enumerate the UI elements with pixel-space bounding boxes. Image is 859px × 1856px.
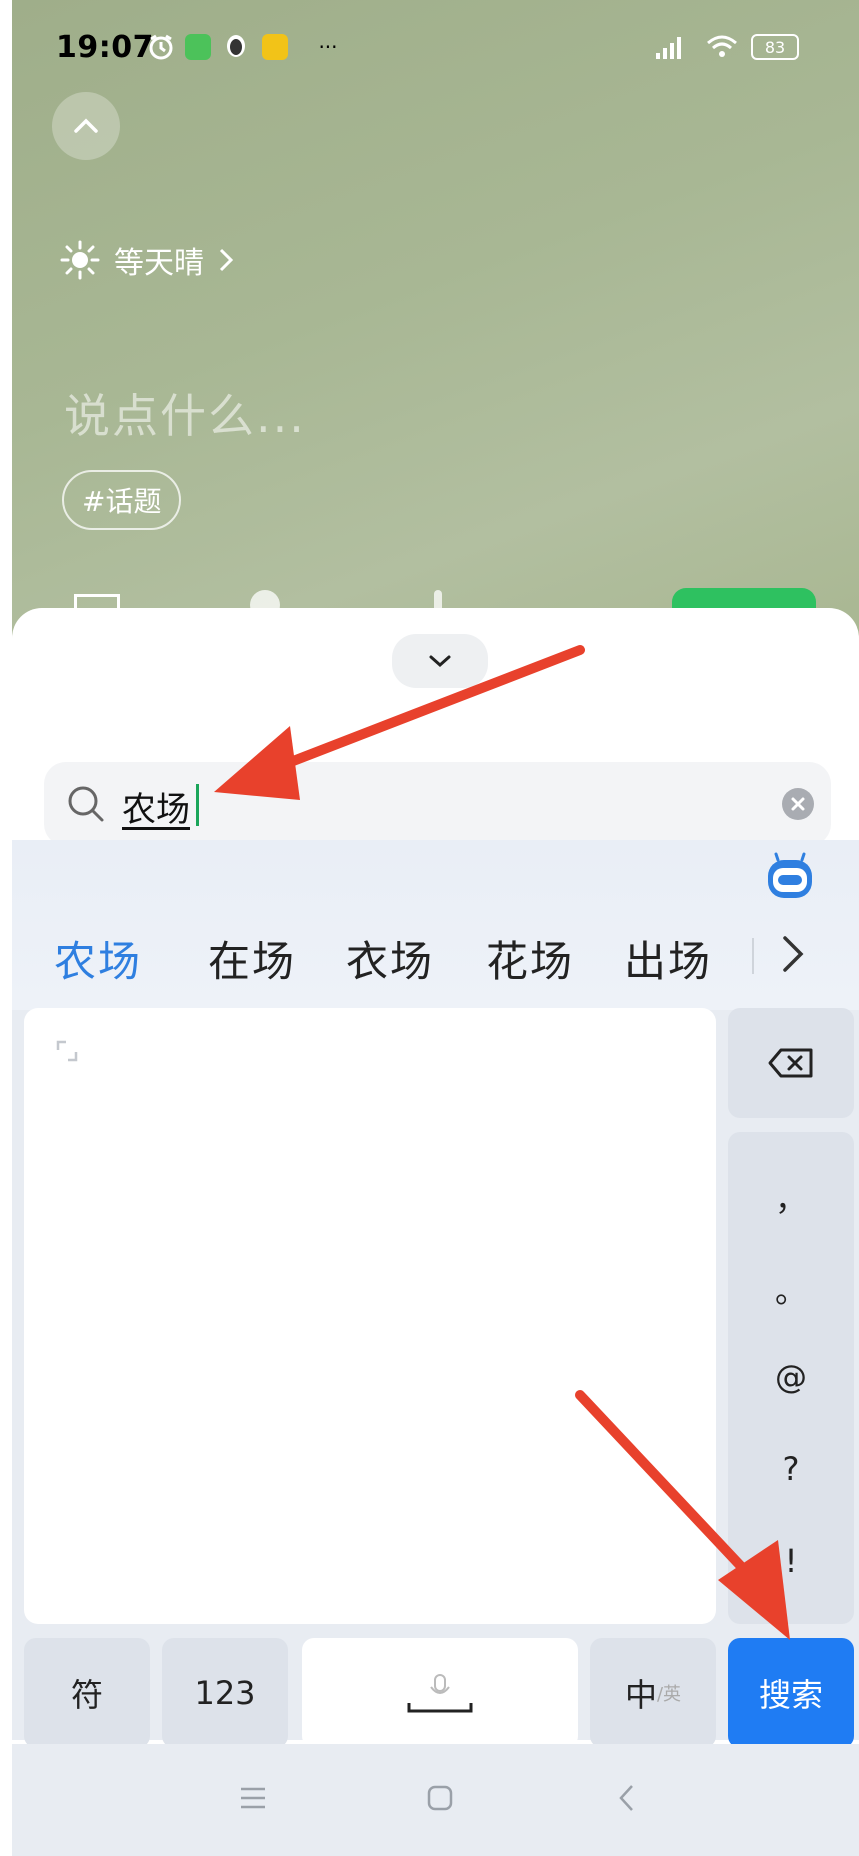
backspace-key[interactable] xyxy=(728,1008,854,1118)
candidate-5[interactable]: 出场 xyxy=(624,928,712,989)
numbers-key[interactable]: 123 xyxy=(162,1638,288,1748)
weather-selector[interactable]: 等天晴 xyxy=(60,238,234,282)
chevron-down-icon xyxy=(429,655,451,668)
chevron-right-icon xyxy=(219,248,234,272)
clear-search-button[interactable] xyxy=(782,788,814,820)
lang-main-label: 中 xyxy=(624,1676,657,1714)
chevron-up-icon xyxy=(74,118,98,133)
punct-period-key[interactable]: 。 xyxy=(728,1266,854,1312)
home-icon[interactable] xyxy=(426,1784,454,1812)
search-input[interactable]: 农场 xyxy=(122,782,190,831)
compose-background xyxy=(12,0,859,640)
space-key[interactable] xyxy=(302,1638,578,1748)
battery-level: 83 xyxy=(751,34,799,60)
battery-icon: 83 xyxy=(748,32,802,62)
expand-pad-icon[interactable] xyxy=(56,1040,78,1062)
more-notifications: ··· xyxy=(318,35,338,59)
signal-icon xyxy=(650,32,690,62)
punct-exclaim-key[interactable]: ! xyxy=(728,1542,854,1580)
back-icon[interactable] xyxy=(616,1782,636,1814)
candidate-divider xyxy=(752,938,754,974)
qq-icon xyxy=(222,32,250,62)
topic-button[interactable]: #话题 xyxy=(62,470,182,530)
candidate-4[interactable]: 花场 xyxy=(486,928,574,989)
status-time: 19:07 xyxy=(56,30,154,65)
language-switch-key[interactable]: 中/英 xyxy=(590,1638,716,1748)
wifi-icon xyxy=(702,32,742,62)
search-key[interactable]: 搜索 xyxy=(728,1638,854,1748)
menu-icon[interactable] xyxy=(238,1786,268,1810)
app-notification-icon xyxy=(184,32,212,62)
text-cursor xyxy=(196,784,199,826)
sheet-collapse-button[interactable] xyxy=(392,634,488,688)
close-icon xyxy=(791,797,805,811)
sun-icon xyxy=(60,240,100,280)
lang-alt-label: /英 xyxy=(656,1684,682,1705)
ime-mascot-icon[interactable] xyxy=(764,852,816,902)
alarm-icon xyxy=(146,32,176,62)
post-text-input[interactable]: 说点什么... xyxy=(64,380,306,446)
candidate-3[interactable]: 衣场 xyxy=(346,928,434,989)
symbols-key[interactable]: 符 xyxy=(24,1638,150,1748)
microphone-space-icon xyxy=(407,1674,473,1713)
handwriting-pad[interactable] xyxy=(24,1008,716,1624)
game-app-icon xyxy=(260,32,290,62)
backspace-icon xyxy=(768,1048,813,1078)
candidate-2[interactable]: 在场 xyxy=(208,928,296,989)
search-icon xyxy=(68,786,104,822)
punct-comma-key[interactable]: ， xyxy=(728,1174,854,1220)
more-candidates-icon[interactable] xyxy=(780,934,806,974)
candidate-1[interactable]: 农场 xyxy=(54,928,142,989)
punct-at-key[interactable]: @ xyxy=(728,1358,854,1396)
screenshot-border xyxy=(0,0,12,1856)
punct-question-key[interactable]: ? xyxy=(728,1450,854,1488)
weather-label: 等天晴 xyxy=(114,246,204,281)
collapse-button[interactable] xyxy=(52,92,120,160)
